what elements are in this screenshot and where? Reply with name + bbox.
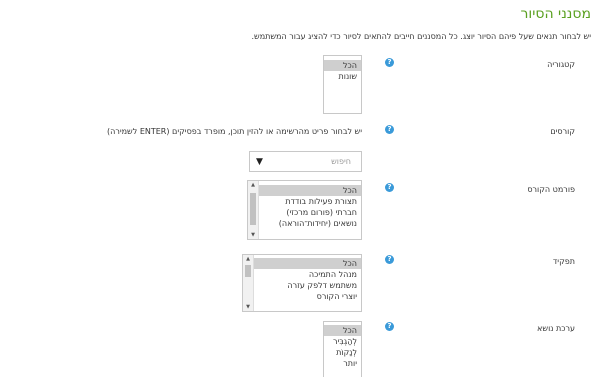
- filters-description: יש לבחור תנאים שעל פיהם הסיור יוצג. כל ה…: [251, 32, 591, 41]
- theme-option-all[interactable]: הכל: [324, 325, 361, 336]
- role-label: תפקיד: [552, 257, 575, 266]
- role-scrollbar[interactable]: ▲ ▼: [243, 255, 254, 311]
- theme-option-more[interactable]: יותר: [324, 358, 361, 369]
- theme-option-clean[interactable]: לְנַקוֹת: [324, 347, 361, 358]
- role-option-support-manager[interactable]: מנהל התמיכה: [253, 269, 361, 280]
- category-option-misc[interactable]: שונות: [324, 71, 361, 82]
- scroll-up-icon[interactable]: ▲: [248, 181, 258, 189]
- category-help-icon[interactable]: ?: [385, 58, 394, 67]
- category-select[interactable]: הכל שונות: [323, 55, 362, 114]
- scroll-up-icon[interactable]: ▲: [243, 255, 253, 263]
- role-option-helpdesk[interactable]: משתמש דלפק עזרה: [253, 280, 361, 291]
- course-format-option-topics[interactable]: נושאים (יחידות־הוראה): [258, 218, 361, 229]
- scroll-thumb[interactable]: [245, 265, 251, 277]
- role-option-course-creators[interactable]: יוצרי הקורס: [253, 291, 361, 302]
- courses-search-select[interactable]: חיפוש ▼: [249, 151, 362, 172]
- courses-note: יש לבחור פריט מהרשימה או להזין תוכן, מופ…: [106, 127, 362, 136]
- theme-select[interactable]: הכל לְהַגְבִּיר לְנַקוֹת יותר: [323, 321, 362, 377]
- course-format-option-single[interactable]: תצורת פעילות בודדת: [258, 196, 361, 207]
- courses-label: קורסים: [550, 127, 575, 136]
- chevron-down-icon[interactable]: ▼: [256, 152, 263, 172]
- course-format-option-social[interactable]: חברתי (פורום מרכזי): [258, 207, 361, 218]
- page-title: מסנני הסיור: [520, 6, 591, 22]
- course-format-label: פורמט הקורס: [527, 185, 575, 194]
- course-format-option-all[interactable]: הכל: [258, 185, 361, 196]
- theme-option-boost[interactable]: לְהַגְבִּיר: [324, 336, 361, 347]
- courses-help-icon[interactable]: ?: [385, 125, 394, 134]
- category-option-all[interactable]: הכל: [324, 60, 361, 71]
- role-help-icon[interactable]: ?: [385, 255, 394, 264]
- scroll-thumb[interactable]: [250, 193, 256, 225]
- course-format-select[interactable]: ▲ ▼ הכל תצורת פעילות בודדת חברתי (פורום …: [247, 180, 362, 240]
- scroll-down-icon[interactable]: ▼: [248, 231, 258, 239]
- theme-label: ערכת נושא: [537, 324, 575, 333]
- role-select[interactable]: ▲ ▼ הכל מנהל התמיכה משתמש דלפק עזרה יוצר…: [242, 254, 362, 312]
- course-format-scrollbar[interactable]: ▲ ▼: [248, 181, 259, 239]
- role-option-all[interactable]: הכל: [253, 258, 361, 269]
- course-format-help-icon[interactable]: ?: [385, 183, 394, 192]
- theme-help-icon[interactable]: ?: [385, 322, 394, 331]
- category-label: קטגוריה: [547, 60, 575, 69]
- courses-search-placeholder: חיפוש: [331, 157, 351, 166]
- scroll-down-icon[interactable]: ▼: [243, 303, 253, 311]
